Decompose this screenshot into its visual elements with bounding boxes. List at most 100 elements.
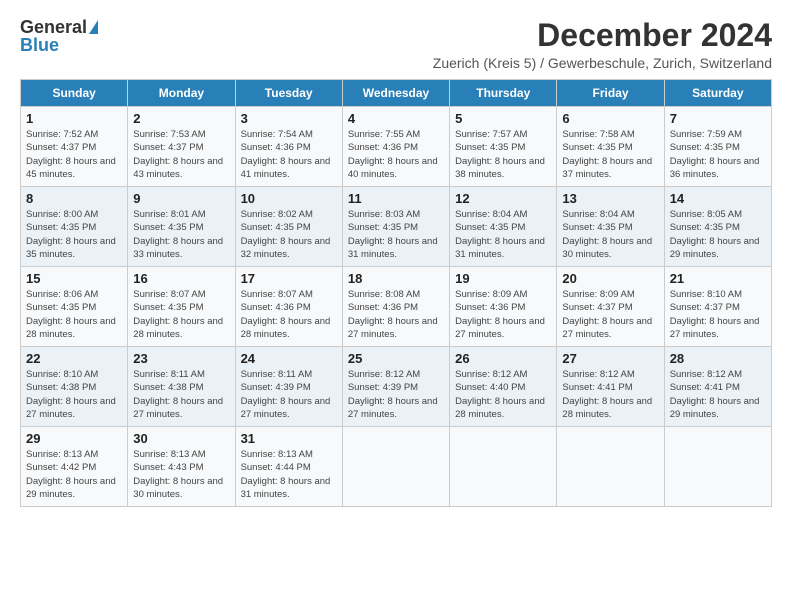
calendar-week-row: 1 Sunrise: 7:52 AMSunset: 4:37 PMDayligh… <box>21 107 772 187</box>
day-number: 5 <box>455 111 551 126</box>
day-number: 13 <box>562 191 658 206</box>
month-title: December 2024 <box>433 18 772 53</box>
header: General Blue December 2024 Zuerich (Krei… <box>20 18 772 71</box>
day-number: 15 <box>26 271 122 286</box>
day-number: 6 <box>562 111 658 126</box>
day-number: 28 <box>670 351 766 366</box>
day-number: 22 <box>26 351 122 366</box>
calendar-day-cell: 18 Sunrise: 8:08 AMSunset: 4:36 PMDaylig… <box>342 267 449 347</box>
logo-blue-text: Blue <box>20 36 59 54</box>
day-info: Sunrise: 8:12 AMSunset: 4:41 PMDaylight:… <box>670 369 760 420</box>
day-number: 29 <box>26 431 122 446</box>
calendar-day-cell: 12 Sunrise: 8:04 AMSunset: 4:35 PMDaylig… <box>450 187 557 267</box>
calendar-day-cell: 17 Sunrise: 8:07 AMSunset: 4:36 PMDaylig… <box>235 267 342 347</box>
day-number: 25 <box>348 351 444 366</box>
calendar-day-cell <box>664 427 771 507</box>
day-number: 10 <box>241 191 337 206</box>
calendar-day-cell: 5 Sunrise: 7:57 AMSunset: 4:35 PMDayligh… <box>450 107 557 187</box>
calendar-day-cell: 30 Sunrise: 8:13 AMSunset: 4:43 PMDaylig… <box>128 427 235 507</box>
day-info: Sunrise: 7:52 AMSunset: 4:37 PMDaylight:… <box>26 129 116 180</box>
day-info: Sunrise: 8:11 AMSunset: 4:39 PMDaylight:… <box>241 369 331 420</box>
calendar-week-row: 29 Sunrise: 8:13 AMSunset: 4:42 PMDaylig… <box>21 427 772 507</box>
day-number: 17 <box>241 271 337 286</box>
calendar-day-cell: 10 Sunrise: 8:02 AMSunset: 4:35 PMDaylig… <box>235 187 342 267</box>
day-number: 18 <box>348 271 444 286</box>
day-info: Sunrise: 8:12 AMSunset: 4:39 PMDaylight:… <box>348 369 438 420</box>
day-info: Sunrise: 8:10 AMSunset: 4:38 PMDaylight:… <box>26 369 116 420</box>
day-number: 12 <box>455 191 551 206</box>
day-number: 14 <box>670 191 766 206</box>
calendar-day-cell: 2 Sunrise: 7:53 AMSunset: 4:37 PMDayligh… <box>128 107 235 187</box>
calendar-day-cell: 3 Sunrise: 7:54 AMSunset: 4:36 PMDayligh… <box>235 107 342 187</box>
day-number: 30 <box>133 431 229 446</box>
calendar-day-cell: 19 Sunrise: 8:09 AMSunset: 4:36 PMDaylig… <box>450 267 557 347</box>
day-number: 2 <box>133 111 229 126</box>
day-number: 20 <box>562 271 658 286</box>
day-info: Sunrise: 8:04 AMSunset: 4:35 PMDaylight:… <box>562 209 652 260</box>
day-info: Sunrise: 8:05 AMSunset: 4:35 PMDaylight:… <box>670 209 760 260</box>
calendar-day-cell: 11 Sunrise: 8:03 AMSunset: 4:35 PMDaylig… <box>342 187 449 267</box>
logo: General Blue <box>20 18 98 54</box>
calendar-day-cell: 14 Sunrise: 8:05 AMSunset: 4:35 PMDaylig… <box>664 187 771 267</box>
day-info: Sunrise: 8:07 AMSunset: 4:35 PMDaylight:… <box>133 289 223 340</box>
day-of-week-header: Thursday <box>450 80 557 107</box>
day-info: Sunrise: 8:13 AMSunset: 4:43 PMDaylight:… <box>133 449 223 500</box>
day-number: 23 <box>133 351 229 366</box>
calendar-day-cell: 15 Sunrise: 8:06 AMSunset: 4:35 PMDaylig… <box>21 267 128 347</box>
day-number: 27 <box>562 351 658 366</box>
day-number: 24 <box>241 351 337 366</box>
day-number: 31 <box>241 431 337 446</box>
day-info: Sunrise: 7:59 AMSunset: 4:35 PMDaylight:… <box>670 129 760 180</box>
calendar-day-cell: 6 Sunrise: 7:58 AMSunset: 4:35 PMDayligh… <box>557 107 664 187</box>
day-number: 21 <box>670 271 766 286</box>
calendar-day-cell: 22 Sunrise: 8:10 AMSunset: 4:38 PMDaylig… <box>21 347 128 427</box>
calendar-week-row: 22 Sunrise: 8:10 AMSunset: 4:38 PMDaylig… <box>21 347 772 427</box>
day-number: 1 <box>26 111 122 126</box>
day-number: 3 <box>241 111 337 126</box>
calendar-day-cell: 31 Sunrise: 8:13 AMSunset: 4:44 PMDaylig… <box>235 427 342 507</box>
calendar-day-cell: 20 Sunrise: 8:09 AMSunset: 4:37 PMDaylig… <box>557 267 664 347</box>
calendar-header-row: SundayMondayTuesdayWednesdayThursdayFrid… <box>21 80 772 107</box>
calendar-day-cell: 25 Sunrise: 8:12 AMSunset: 4:39 PMDaylig… <box>342 347 449 427</box>
calendar-day-cell: 29 Sunrise: 8:13 AMSunset: 4:42 PMDaylig… <box>21 427 128 507</box>
day-info: Sunrise: 8:10 AMSunset: 4:37 PMDaylight:… <box>670 289 760 340</box>
day-info: Sunrise: 8:12 AMSunset: 4:40 PMDaylight:… <box>455 369 545 420</box>
calendar-day-cell <box>557 427 664 507</box>
day-info: Sunrise: 8:09 AMSunset: 4:37 PMDaylight:… <box>562 289 652 340</box>
calendar-week-row: 8 Sunrise: 8:00 AMSunset: 4:35 PMDayligh… <box>21 187 772 267</box>
day-info: Sunrise: 8:07 AMSunset: 4:36 PMDaylight:… <box>241 289 331 340</box>
calendar-day-cell: 4 Sunrise: 7:55 AMSunset: 4:36 PMDayligh… <box>342 107 449 187</box>
day-info: Sunrise: 7:58 AMSunset: 4:35 PMDaylight:… <box>562 129 652 180</box>
calendar-day-cell: 13 Sunrise: 8:04 AMSunset: 4:35 PMDaylig… <box>557 187 664 267</box>
day-info: Sunrise: 7:53 AMSunset: 4:37 PMDaylight:… <box>133 129 223 180</box>
day-info: Sunrise: 8:00 AMSunset: 4:35 PMDaylight:… <box>26 209 116 260</box>
day-of-week-header: Saturday <box>664 80 771 107</box>
calendar-day-cell: 21 Sunrise: 8:10 AMSunset: 4:37 PMDaylig… <box>664 267 771 347</box>
logo-triangle-icon <box>89 20 98 34</box>
day-of-week-header: Wednesday <box>342 80 449 107</box>
calendar-day-cell: 16 Sunrise: 8:07 AMSunset: 4:35 PMDaylig… <box>128 267 235 347</box>
day-of-week-header: Sunday <box>21 80 128 107</box>
calendar-day-cell <box>342 427 449 507</box>
calendar-day-cell: 9 Sunrise: 8:01 AMSunset: 4:35 PMDayligh… <box>128 187 235 267</box>
day-info: Sunrise: 8:04 AMSunset: 4:35 PMDaylight:… <box>455 209 545 260</box>
day-info: Sunrise: 8:06 AMSunset: 4:35 PMDaylight:… <box>26 289 116 340</box>
calendar-day-cell <box>450 427 557 507</box>
day-info: Sunrise: 8:13 AMSunset: 4:44 PMDaylight:… <box>241 449 331 500</box>
location-title: Zuerich (Kreis 5) / Gewerbeschule, Zuric… <box>433 55 772 71</box>
day-of-week-header: Friday <box>557 80 664 107</box>
day-info: Sunrise: 8:03 AMSunset: 4:35 PMDaylight:… <box>348 209 438 260</box>
day-number: 26 <box>455 351 551 366</box>
day-of-week-header: Monday <box>128 80 235 107</box>
day-info: Sunrise: 8:12 AMSunset: 4:41 PMDaylight:… <box>562 369 652 420</box>
day-info: Sunrise: 8:01 AMSunset: 4:35 PMDaylight:… <box>133 209 223 260</box>
day-number: 4 <box>348 111 444 126</box>
day-number: 16 <box>133 271 229 286</box>
day-info: Sunrise: 7:54 AMSunset: 4:36 PMDaylight:… <box>241 129 331 180</box>
day-number: 9 <box>133 191 229 206</box>
day-number: 8 <box>26 191 122 206</box>
day-info: Sunrise: 8:08 AMSunset: 4:36 PMDaylight:… <box>348 289 438 340</box>
title-area: December 2024 Zuerich (Kreis 5) / Gewerb… <box>433 18 772 71</box>
calendar-day-cell: 23 Sunrise: 8:11 AMSunset: 4:38 PMDaylig… <box>128 347 235 427</box>
calendar-table: SundayMondayTuesdayWednesdayThursdayFrid… <box>20 79 772 507</box>
